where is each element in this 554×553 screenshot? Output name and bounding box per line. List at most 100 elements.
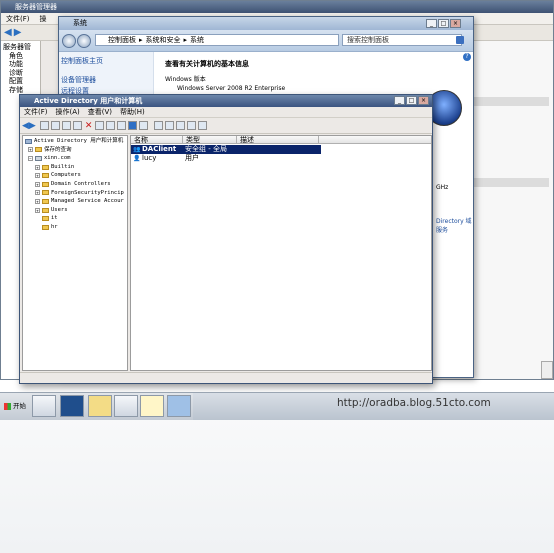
row-type: 安全组 - 全局 — [185, 145, 227, 153]
help-icon[interactable] — [128, 121, 138, 130]
back-icon[interactable]: ◀ — [4, 27, 12, 38]
tree-item[interactable]: 存储 — [3, 86, 38, 95]
tree-item-saved-queries[interactable]: + 保存的查询 — [25, 146, 125, 155]
back-icon[interactable] — [62, 34, 76, 48]
maximize-button[interactable]: □ — [406, 96, 417, 105]
breadcrumb-control-panel[interactable]: 控制面板 — [108, 35, 136, 46]
server-manager-taskbar-icon[interactable] — [32, 395, 56, 417]
tree-item-builtin[interactable]: + Builtin — [25, 163, 125, 172]
link-control-panel-home[interactable]: 控制面板主页 — [61, 56, 103, 66]
refresh-icon[interactable] — [106, 121, 116, 130]
expand-icon[interactable]: + — [35, 173, 40, 179]
link-ad-domain-services[interactable]: Directory 域服务 — [436, 216, 473, 234]
link-device-manager[interactable]: 设备管理器 — [61, 75, 96, 85]
list-row-group[interactable]: 👥 DAClient 安全组 - 全局 — [131, 145, 321, 154]
expand-icon[interactable]: + — [35, 190, 40, 196]
tree-label: xinn.com — [44, 155, 71, 162]
maximize-button[interactable]: □ — [438, 19, 449, 28]
forward-icon[interactable]: ▶ — [29, 121, 36, 131]
menu-view[interactable]: 查看(V) — [84, 107, 116, 118]
tree-label: ForeignSecurityPrincip — [51, 189, 124, 196]
tree-item[interactable]: 功能 — [3, 60, 38, 69]
page-title: 查看有关计算机的基本信息 — [165, 60, 249, 68]
menu-help[interactable]: 帮助(H) — [116, 107, 149, 118]
tree-item-users[interactable]: + Users — [25, 206, 125, 215]
tree-item-computers[interactable]: + Computers — [25, 171, 125, 180]
search-input[interactable]: 搜索控制面板 — [342, 34, 462, 46]
tree-label: Active Directory 用户和计算机 — [34, 138, 124, 144]
column-header-description[interactable]: 描述 — [237, 136, 319, 144]
address-bar[interactable]: 控制面板 ▸ 系统和安全 ▸ 系统 — [95, 34, 339, 46]
tree-item[interactable]: 诊断 — [3, 69, 38, 78]
new-group-icon[interactable] — [165, 121, 175, 130]
close-button[interactable]: × — [418, 96, 429, 105]
tree-item-ou-hr[interactable]: hr — [25, 223, 125, 232]
forward-icon[interactable]: ▶ — [14, 27, 22, 38]
scrollbar[interactable] — [541, 361, 553, 379]
aduc-title: Active Directory 用户和计算机 — [20, 95, 432, 107]
network-taskbar-icon[interactable] — [114, 395, 138, 417]
powershell-taskbar-icon[interactable] — [60, 395, 84, 417]
column-header-name[interactable]: 名称 — [131, 136, 183, 144]
expand-icon[interactable]: + — [28, 147, 33, 153]
expand-icon[interactable]: + — [35, 164, 40, 170]
aduc-list-pane: 名称 类型 描述 👥 DAClient 安全组 - 全局 👤 lucy 用户 — [130, 135, 432, 371]
aduc-tree-pane: Active Directory 用户和计算机 + 保存的查询 − xinn.com… — [22, 135, 128, 371]
console-icon[interactable] — [139, 121, 149, 130]
list-header: 名称 类型 描述 — [131, 136, 431, 144]
new-ou-icon[interactable] — [176, 121, 186, 130]
list-row-user[interactable]: 👤 lucy 用户 — [131, 154, 431, 163]
expand-icon[interactable]: + — [35, 198, 40, 204]
tree-item-domain-controllers[interactable]: + Domain Controllers — [25, 180, 125, 189]
explorer-taskbar-icon[interactable] — [88, 395, 112, 417]
export-icon[interactable] — [117, 121, 127, 130]
filter-icon[interactable] — [187, 121, 197, 130]
expand-icon[interactable]: + — [35, 181, 40, 187]
new-user-icon[interactable] — [154, 121, 164, 130]
tree-item-ou-it[interactable]: it — [25, 214, 125, 223]
forward-icon[interactable] — [77, 34, 91, 48]
copy-icon[interactable] — [72, 121, 82, 130]
aduc-taskbar-icon[interactable] — [140, 395, 164, 417]
start-button[interactable]: 开始 — [2, 397, 28, 415]
tree-root[interactable]: Active Directory 用户和计算机 — [25, 137, 125, 146]
menu-file[interactable]: 文件(F) — [1, 13, 35, 25]
ou-folder-icon — [42, 224, 49, 230]
help-icon[interactable]: ? — [463, 53, 471, 61]
tree-item-foreign-security[interactable]: + ForeignSecurityPrincip — [25, 189, 125, 198]
tree-item[interactable]: 配置 — [3, 77, 38, 86]
menu-file[interactable]: 文件(F) — [20, 107, 52, 118]
tree-label: Builtin — [51, 163, 75, 170]
delete-icon[interactable]: ✕ — [85, 121, 93, 131]
tree-label: Domain Controllers — [51, 180, 111, 187]
add-to-group-icon[interactable] — [198, 121, 208, 130]
properties-icon[interactable] — [95, 121, 105, 130]
minimize-button[interactable]: _ — [426, 19, 437, 28]
close-button[interactable]: × — [450, 19, 461, 28]
search-icon[interactable] — [456, 36, 464, 44]
up-folder-icon[interactable] — [39, 121, 49, 130]
expand-icon[interactable]: + — [35, 207, 40, 213]
cut-icon[interactable] — [61, 121, 71, 130]
column-header-type[interactable]: 类型 — [183, 136, 237, 144]
menu-action[interactable]: 操作(A) — [52, 107, 84, 118]
tree-item[interactable]: 角色 — [3, 52, 38, 61]
breadcrumb-system[interactable]: 系统 — [190, 35, 204, 46]
tree-item[interactable]: 服务器管 — [3, 43, 38, 52]
folder-icon — [42, 207, 49, 213]
collapse-icon[interactable]: − — [28, 155, 33, 161]
tree-item-managed-service[interactable]: + Managed Service Accour — [25, 197, 125, 206]
minimize-button[interactable]: _ — [394, 96, 405, 105]
aduc-toolbar: ◀ ▶ ✕ — [20, 118, 432, 134]
menu-action[interactable]: 操 — [35, 13, 52, 25]
taskbar-reflection — [0, 420, 554, 553]
tree-label: Computers — [51, 172, 81, 179]
system-window-title: 系统 — [59, 17, 473, 30]
watermark-url: http://oradba.blog.51cto.com — [337, 397, 491, 409]
tree-item-domain[interactable]: − xinn.com — [25, 154, 125, 163]
system-taskbar-icon[interactable] — [167, 395, 191, 417]
folder-icon — [42, 173, 49, 179]
tree-toggle-icon[interactable] — [50, 121, 60, 130]
breadcrumb-system-security[interactable]: 系统和安全 — [146, 35, 181, 46]
back-icon[interactable]: ◀ — [22, 121, 29, 131]
